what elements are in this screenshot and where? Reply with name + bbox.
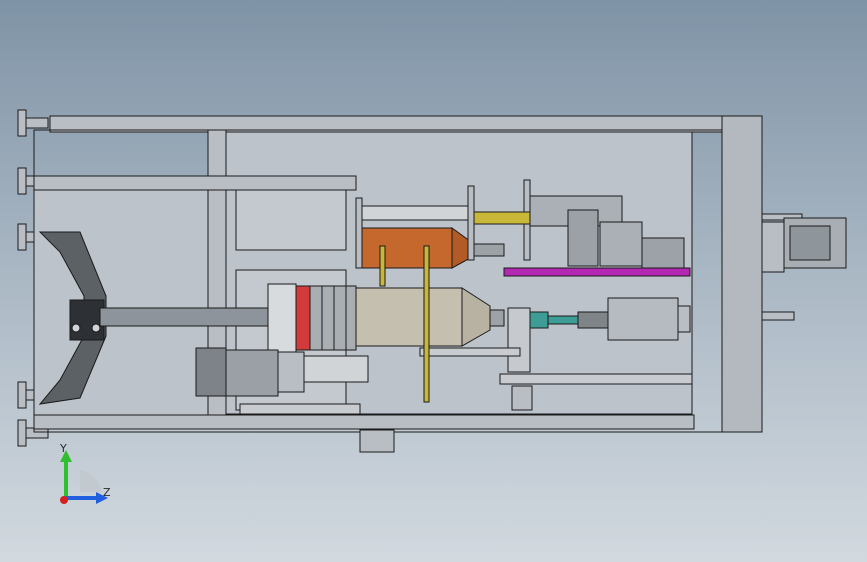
cad-viewport[interactable]: Y Z [0,0,867,562]
main-rod [99,307,271,327]
x-axis-dot [60,496,68,504]
chuck-assembly [267,283,357,353]
yellow-post [423,245,430,403]
rear-motor [761,213,847,321]
assembly-drawing [17,109,847,504]
triad-plane [80,470,102,492]
yellow-post [379,245,386,287]
triad-y-label: Y [60,442,67,455]
coordinate-triad [60,450,108,504]
magenta-rail [503,267,691,277]
triad-z-label: Z [103,486,111,499]
